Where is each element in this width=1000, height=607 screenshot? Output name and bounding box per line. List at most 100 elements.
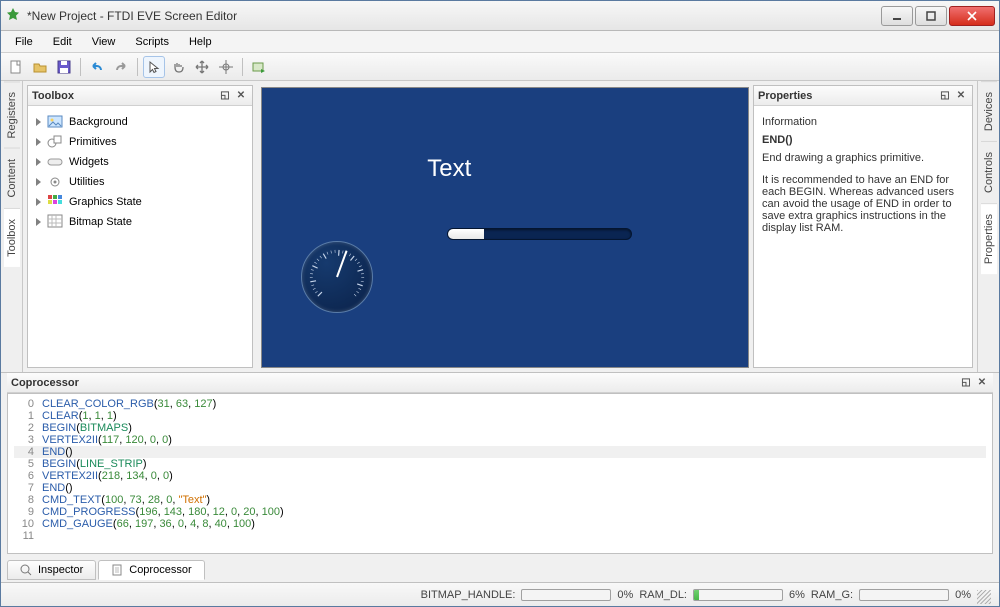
new-file-button[interactable] (5, 56, 27, 78)
panel-float-icon[interactable]: ◱ (959, 376, 973, 390)
toolbox-item-label: Utilities (69, 176, 104, 188)
tab-coprocessor[interactable]: Coprocessor (98, 560, 204, 580)
toolbox-item-background[interactable]: Background (32, 112, 248, 132)
magnifier-icon (20, 564, 32, 576)
text-widget[interactable]: Text (427, 155, 471, 183)
image-icon (47, 114, 63, 130)
status-ramdl-meter (693, 589, 783, 601)
sidetab-controls[interactable]: Controls (981, 141, 997, 203)
open-file-button[interactable] (29, 56, 51, 78)
gear-icon (47, 174, 63, 190)
toolbox-item-label: Widgets (69, 156, 109, 168)
code-line[interactable]: 7END() (14, 482, 986, 494)
left-sidebar-tabs: RegistersContentToolbox (1, 81, 23, 372)
tab-inspector-label: Inspector (38, 564, 83, 576)
screen-canvas[interactable]: Text (261, 87, 749, 368)
properties-title: Properties (758, 90, 812, 102)
close-button[interactable] (949, 6, 995, 26)
resize-grip[interactable] (977, 590, 991, 604)
code-line[interactable]: 11 (14, 530, 986, 542)
panel-close-icon[interactable]: ✕ (975, 376, 989, 390)
toolbox-item-label: Background (69, 116, 128, 128)
gauge-ticks (306, 246, 368, 308)
properties-desc1: End drawing a graphics primitive. (762, 152, 964, 164)
status-ramg-pct: 0% (955, 589, 971, 601)
move-tool-button[interactable] (191, 56, 213, 78)
progress-widget[interactable] (447, 228, 632, 240)
code-line[interactable]: 2BEGIN(BITMAPS) (14, 422, 986, 434)
minimize-button[interactable] (881, 6, 913, 26)
menu-bar: FileEditViewScriptsHelp (1, 31, 999, 53)
status-ramdl-pct: 6% (789, 589, 805, 601)
tab-coprocessor-label: Coprocessor (129, 564, 191, 576)
expand-icon[interactable] (36, 218, 41, 226)
status-ramg-meter (859, 589, 949, 601)
menu-help[interactable]: Help (181, 34, 220, 50)
crosshair-tool-button[interactable] (215, 56, 237, 78)
properties-section-label: Information (762, 116, 964, 128)
code-line[interactable]: 8CMD_TEXT(100, 73, 28, 0, "Text") (14, 494, 986, 506)
code-line[interactable]: 4END() (14, 446, 986, 458)
toolbox-item-widgets[interactable]: Widgets (32, 152, 248, 172)
gauge-widget[interactable] (301, 241, 373, 313)
expand-icon[interactable] (36, 138, 41, 146)
code-line[interactable]: 5BEGIN(LINE_STRIP) (14, 458, 986, 470)
expand-icon[interactable] (36, 118, 41, 126)
code-line[interactable]: 1CLEAR(1, 1, 1) (14, 410, 986, 422)
status-bitmap-meter (521, 589, 611, 601)
status-bitmap-pct: 0% (617, 589, 633, 601)
toolbox-item-bitmap-state[interactable]: Bitmap State (32, 212, 248, 232)
coprocessor-editor[interactable]: 0CLEAR_COLOR_RGB(31, 63, 127)1CLEAR(1, 1… (7, 393, 993, 554)
status-bitmap-label: BITMAP_HANDLE: (421, 589, 516, 601)
panel-close-icon[interactable]: ✕ (954, 89, 968, 103)
run-button[interactable] (248, 56, 270, 78)
shapes-icon (47, 134, 63, 150)
expand-icon[interactable] (36, 178, 41, 186)
expand-icon[interactable] (36, 198, 41, 206)
toolbox-item-label: Graphics State (69, 196, 142, 208)
status-bar: BITMAP_HANDLE: 0% RAM_DL: 6% RAM_G: 0% (1, 582, 999, 606)
toolbox-item-primitives[interactable]: Primitives (32, 132, 248, 152)
pointer-tool-button[interactable] (143, 56, 165, 78)
sidetab-registers[interactable]: Registers (4, 81, 20, 148)
status-ramg-label: RAM_G: (811, 589, 853, 601)
code-line[interactable]: 9CMD_PROGRESS(196, 143, 180, 12, 0, 20, … (14, 506, 986, 518)
right-sidebar-tabs: DevicesControlsProperties (977, 81, 999, 372)
menu-edit[interactable]: Edit (45, 34, 80, 50)
toolbox-title: Toolbox (32, 90, 74, 102)
menu-file[interactable]: File (7, 34, 41, 50)
panel-close-icon[interactable]: ✕ (234, 89, 248, 103)
save-button[interactable] (53, 56, 75, 78)
toolbox-item-label: Primitives (69, 136, 117, 148)
sidetab-toolbox[interactable]: Toolbox (4, 208, 20, 267)
toolbox-item-graphics-state[interactable]: Graphics State (32, 192, 248, 212)
code-line[interactable]: 3VERTEX2II(117, 120, 0, 0) (14, 434, 986, 446)
maximize-button[interactable] (915, 6, 947, 26)
code-line[interactable]: 10CMD_GAUGE(66, 197, 36, 0, 4, 8, 40, 10… (14, 518, 986, 530)
coprocessor-title: Coprocessor (11, 377, 79, 389)
properties-cmd: END() (762, 134, 964, 146)
document-icon (111, 564, 123, 576)
toolbox-panel: Toolbox ◱ ✕ Background Primitives Widgets U… (27, 85, 253, 368)
toolbox-item-utilities[interactable]: Utilities (32, 172, 248, 192)
undo-button[interactable] (86, 56, 108, 78)
widget-icon (47, 154, 63, 170)
sidetab-content[interactable]: Content (4, 148, 20, 208)
coprocessor-panel: Coprocessor ◱ ✕ 0CLEAR_COLOR_RGB(31, 63,… (1, 372, 999, 582)
hand-tool-button[interactable] (167, 56, 189, 78)
expand-icon[interactable] (36, 158, 41, 166)
properties-panel: Properties ◱ ✕ Information END() End dra… (753, 85, 973, 368)
tab-inspector[interactable]: Inspector (7, 560, 96, 580)
status-ramdl-label: RAM_DL: (639, 589, 687, 601)
code-line[interactable]: 6VERTEX2II(218, 134, 0, 0) (14, 470, 986, 482)
redo-button[interactable] (110, 56, 132, 78)
grid-icon (47, 194, 63, 210)
panel-float-icon[interactable]: ◱ (218, 89, 232, 103)
sidetab-devices[interactable]: Devices (981, 81, 997, 141)
sidetab-properties[interactable]: Properties (981, 203, 997, 274)
menu-scripts[interactable]: Scripts (127, 34, 177, 50)
window-title: *New Project - FTDI EVE Screen Editor (27, 9, 881, 23)
panel-float-icon[interactable]: ◱ (938, 89, 952, 103)
menu-view[interactable]: View (84, 34, 124, 50)
code-line[interactable]: 0CLEAR_COLOR_RGB(31, 63, 127) (14, 398, 986, 410)
